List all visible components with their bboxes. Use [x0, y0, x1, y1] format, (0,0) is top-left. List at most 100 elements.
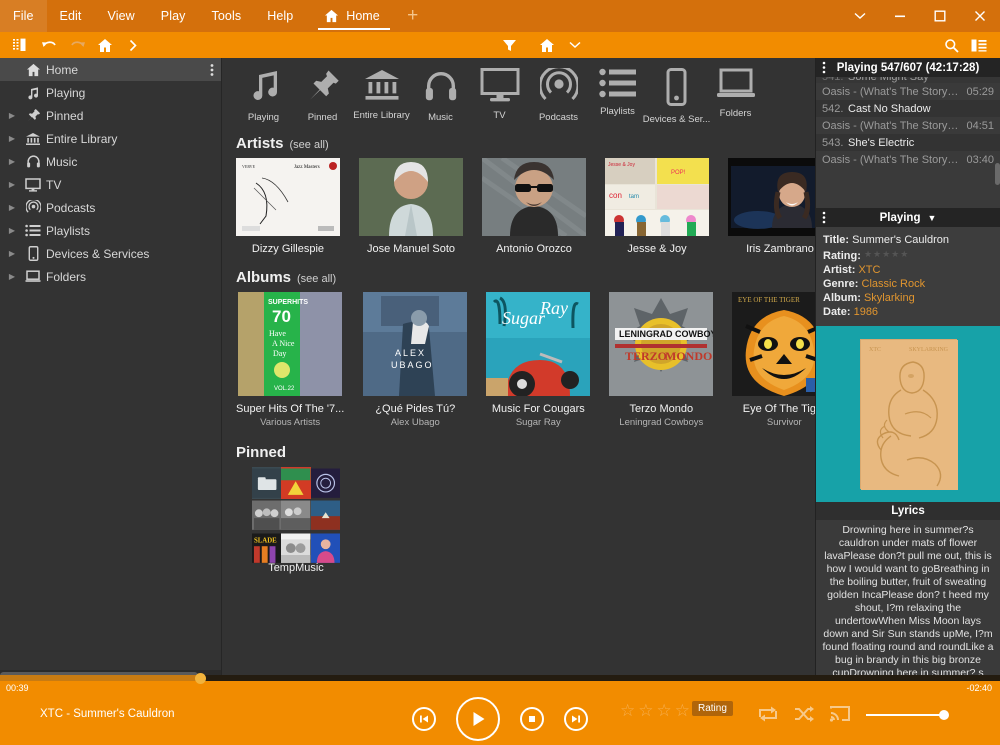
quick-link-playlists[interactable]: Playlists: [588, 68, 647, 125]
metadata-value-link[interactable]: Classic Rock: [862, 278, 926, 290]
sidebar-item-devices-services[interactable]: ▶ Devices & Services: [0, 242, 221, 265]
table-row[interactable]: Oasis - (What's The Story) Mo... 04:51: [816, 117, 1000, 134]
rating-star[interactable]: ☆: [638, 701, 653, 721]
album-card[interactable]: EYE OF THE TIGER: [732, 292, 815, 428]
volume-slider[interactable]: [866, 714, 944, 716]
cast-icon[interactable]: [829, 704, 851, 726]
table-row[interactable]: Oasis - (What's The Story) Mo... 05:29: [816, 83, 1000, 100]
now-playing-overflow-menu-icon[interactable]: [822, 208, 826, 227]
menu-tools[interactable]: Tools: [199, 0, 255, 32]
sidebar-item-playlists[interactable]: ▶ Playlists: [0, 219, 221, 242]
play-icon[interactable]: [456, 697, 500, 741]
queue-scrollbar-thumb[interactable]: [995, 163, 1000, 185]
volume-handle[interactable]: [939, 710, 949, 720]
sidebar-item-playing[interactable]: Playing: [0, 81, 221, 104]
minimize-button[interactable]: [880, 0, 920, 32]
seek-handle[interactable]: [195, 673, 206, 684]
album-card[interactable]: LENINGRAD COWBOYS TERZO MONDO Terzo Mond…: [609, 292, 713, 428]
home-icon[interactable]: [92, 34, 118, 56]
rating-stars[interactable]: ★★★★★: [864, 247, 909, 261]
pinned-card[interactable]: SLADE TempMusic: [236, 467, 356, 574]
sidebar-item-folders[interactable]: ▶ Folders: [0, 265, 221, 288]
artist-card[interactable]: Jesse & Joy POP! con tam: [605, 158, 709, 255]
chevron-right-icon[interactable]: [120, 34, 146, 56]
rating-star[interactable]: ☆: [675, 701, 690, 721]
metadata-value-link[interactable]: Skylarking: [864, 292, 915, 304]
close-button[interactable]: [960, 0, 1000, 32]
sidebar-item-home[interactable]: Home: [0, 58, 221, 81]
sidepanel-icon[interactable]: [966, 34, 992, 56]
table-row[interactable]: 541. Some Might Say: [816, 77, 1000, 83]
quick-link-music[interactable]: Music: [411, 68, 470, 125]
menu-edit[interactable]: Edit: [47, 0, 95, 32]
layout-panel-icon[interactable]: [8, 34, 34, 56]
sidebar-item-label: Playlists: [46, 224, 221, 238]
play-queue[interactable]: 541. Some Might Say Oasis - (What's The …: [816, 77, 1000, 208]
artist-card[interactable]: VERVE Jazz Masters Dizzy Gillespie: [236, 158, 340, 255]
album-art[interactable]: XTC SKYLARKING: [816, 326, 1000, 502]
expand-arrow-icon[interactable]: ▶: [4, 249, 20, 258]
filter-icon[interactable]: [496, 34, 522, 56]
artist-card[interactable]: Iris Zambrano: [728, 158, 815, 255]
table-row[interactable]: 542. Cast No Shadow: [816, 100, 1000, 117]
seek-bar[interactable]: [0, 675, 1000, 681]
table-row[interactable]: Oasis - (What's The Story) Mo... 03:40: [816, 151, 1000, 168]
album-art-image: XTC SKYLARKING: [860, 339, 957, 489]
sidebar-item-podcasts[interactable]: ▶ Podcasts: [0, 196, 221, 219]
expand-arrow-icon[interactable]: ▶: [4, 226, 20, 235]
previous-icon[interactable]: [412, 707, 436, 731]
quick-link-entire-library[interactable]: Entire Library: [352, 68, 411, 125]
chevron-down-icon[interactable]: ▼: [927, 213, 936, 223]
artist-card[interactable]: Jose Manuel Soto: [359, 158, 463, 255]
maximize-button[interactable]: [920, 0, 960, 32]
table-row[interactable]: 543. She's Electric: [816, 134, 1000, 151]
sidebar-item-entire-library[interactable]: ▶ Entire Library: [0, 127, 221, 150]
quick-link-podcasts[interactable]: Podcasts: [529, 68, 588, 125]
menu-file[interactable]: File: [0, 0, 47, 32]
rating-star[interactable]: ☆: [657, 701, 672, 721]
rating-star[interactable]: ☆: [620, 701, 635, 721]
expand-arrow-icon[interactable]: ▶: [4, 157, 20, 166]
metadata-value-link[interactable]: 1986: [854, 306, 878, 318]
menu-help[interactable]: Help: [254, 0, 306, 32]
repeat-icon[interactable]: [757, 705, 779, 726]
queue-overflow-menu-icon[interactable]: [822, 58, 826, 77]
quick-link-pinned[interactable]: Pinned: [293, 68, 352, 125]
album-card[interactable]: Sugar Ray Music For Cougars Sugar Ray: [486, 292, 590, 428]
menu-play[interactable]: Play: [148, 0, 199, 32]
sidebar-item-tv[interactable]: ▶ TV: [0, 173, 221, 196]
expand-arrow-icon[interactable]: ▶: [4, 111, 20, 120]
quick-link-playing[interactable]: Playing: [234, 68, 293, 125]
overflow-menu-icon[interactable]: [203, 63, 221, 77]
album-card[interactable]: ALEX UBAGO ¿Qué Pides Tú? Alex Ubago: [363, 292, 467, 428]
sidebar-item-music[interactable]: ▶ Music: [0, 150, 221, 173]
chevron-down-icon[interactable]: [562, 34, 588, 56]
artist-card[interactable]: Antonio Orozco: [482, 158, 586, 255]
expand-arrow-icon[interactable]: ▶: [4, 272, 20, 281]
artists-section-header: Artists (see all): [222, 129, 815, 158]
lyrics-text[interactable]: Drowning here in summer?s cauldron under…: [816, 520, 1000, 681]
menu-view[interactable]: View: [95, 0, 148, 32]
album-card[interactable]: SUPERHITS 70 Have A Nice Day VOL.22 Supe…: [236, 292, 344, 428]
expand-arrow-icon[interactable]: ▶: [4, 180, 20, 189]
expand-arrow-icon[interactable]: ▶: [4, 134, 20, 143]
undo-icon[interactable]: [36, 34, 62, 56]
next-icon[interactable]: [564, 707, 588, 731]
albums-see-all-link[interactable]: (see all): [297, 273, 336, 285]
shuffle-icon[interactable]: [793, 705, 815, 726]
tab-home[interactable]: Home: [312, 0, 395, 32]
window-dropdown-button[interactable]: [840, 0, 880, 32]
home-icon[interactable]: [534, 34, 560, 56]
quick-link-folders[interactable]: Folders: [706, 68, 765, 125]
sidebar-item-pinned[interactable]: ▶ Pinned: [0, 104, 221, 127]
search-icon[interactable]: [938, 34, 964, 56]
redo-icon[interactable]: [64, 34, 90, 56]
quick-link-tv[interactable]: TV: [470, 68, 529, 125]
artists-see-all-link[interactable]: (see all): [290, 139, 329, 151]
section-title: Pinned: [236, 444, 286, 461]
new-tab-button[interactable]: +: [396, 0, 430, 32]
expand-arrow-icon[interactable]: ▶: [4, 203, 20, 212]
metadata-value-link[interactable]: XTC: [858, 264, 880, 276]
quick-link-devices-services[interactable]: Devices & Ser...: [647, 68, 706, 125]
stop-icon[interactable]: [520, 707, 544, 731]
